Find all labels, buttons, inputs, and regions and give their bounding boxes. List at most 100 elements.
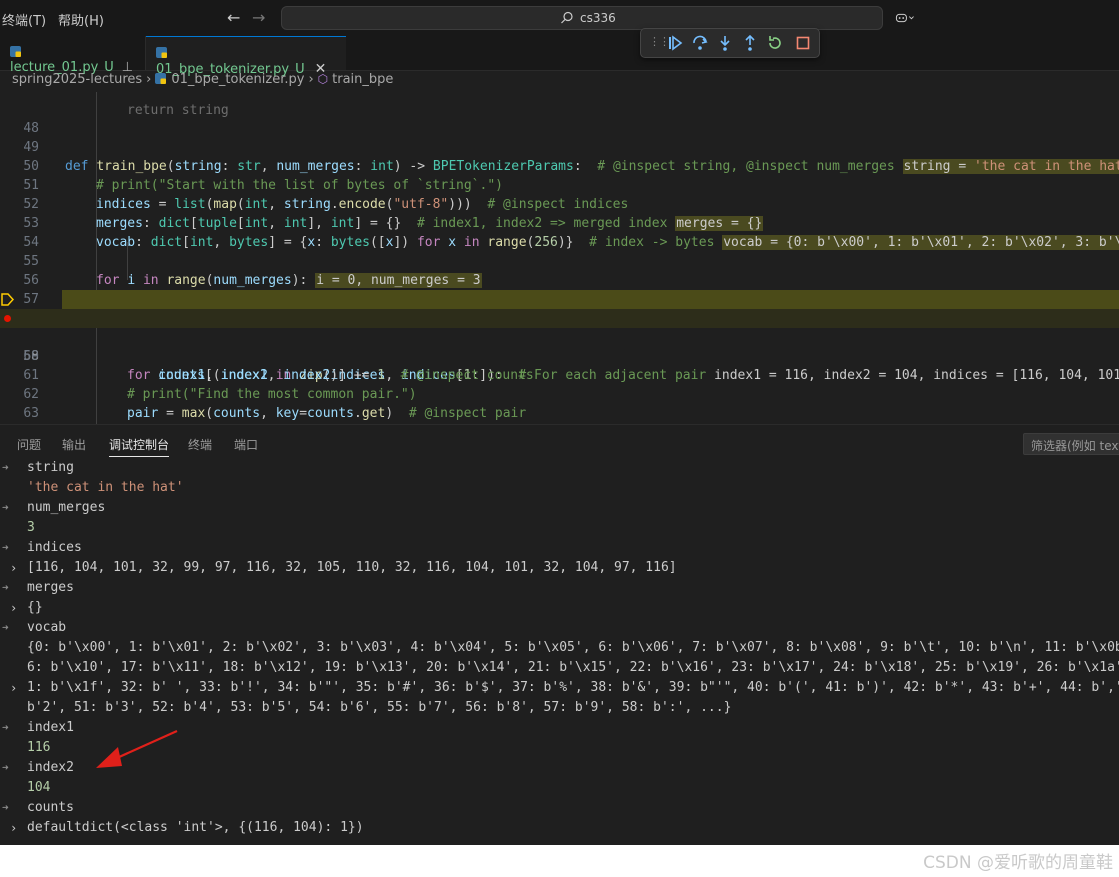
breakpoint-icon[interactable] <box>4 315 11 322</box>
menu-help[interactable]: 帮助(H) <box>58 10 104 29</box>
console-line: 'the cat in the hat' <box>0 478 1119 498</box>
console-text: string <box>27 460 74 475</box>
chevron-right-icon: › <box>308 72 314 87</box>
code-line: 61 # print("Find the most common pair.") <box>0 347 1119 402</box>
console-filter-input[interactable]: 筛选器(例如 text, !excl <box>1023 433 1119 455</box>
console-text: vocab <box>27 620 67 635</box>
console-line[interactable]: › {} <box>0 598 1119 618</box>
console-text: counts <box>27 800 74 815</box>
debug-console-panel: 问题 输出 调试控制台 终端 端口 筛选器(例如 text, !excl ➜ st… <box>0 425 1119 845</box>
input-arrow-icon: ➜ <box>2 761 9 774</box>
stop-icon[interactable] <box>793 33 813 53</box>
step-into-icon[interactable] <box>715 33 735 53</box>
console-line[interactable]: › 1: b'\x1f', 32: b' ', 33: b'!', 34: b'"… <box>0 678 1119 698</box>
breadcrumb-folder[interactable]: spring2025-lectures <box>12 72 142 87</box>
restart-icon[interactable] <box>765 33 785 53</box>
tab-label: 调试控制台 <box>109 438 170 452</box>
chevron-right-icon[interactable]: › <box>10 558 17 578</box>
console-line: ➜ index2 <box>0 758 1119 778</box>
chevron-right-icon[interactable]: › <box>10 678 17 698</box>
tab-problems[interactable]: 问题 <box>17 436 41 453</box>
console-text: 'the cat in the hat' <box>27 480 184 495</box>
tab-debug-console[interactable]: 调试控制台 <box>109 436 170 457</box>
console-line[interactable]: › defaultdict(<class 'int'>, {(116, 104):… <box>0 818 1119 838</box>
step-out-icon[interactable] <box>740 33 760 53</box>
search-text: cs336 <box>580 11 616 25</box>
console-text: num_merges <box>27 500 106 515</box>
console-line[interactable]: 6: b'\x10', 17: b'\x11', 18: b'\x12', 19… <box>0 658 1119 678</box>
code-line: 52 merges: dict[tuple[int, int], int] = … <box>0 176 1119 231</box>
title-bar: 终端(T) 帮助(H) ← → cs336 <box>0 0 1119 36</box>
chevron-right-icon: › <box>146 72 152 87</box>
console-text: merges <box>27 580 74 595</box>
console-line[interactable]: {0: b'\x00', 1: b'\x01', 2: b'\x02', 3: … <box>0 638 1119 658</box>
breadcrumb-file[interactable]: 01_bpe_tokenizer.py <box>171 72 304 87</box>
editor-tabs: lecture_01.py U ⊥ 01_bpe_tokenizer.py U ✕ <box>0 36 1119 77</box>
console-text: {0: b'\x00', 1: b'\x01', 2: b'\x02', 3: … <box>27 640 1119 655</box>
input-arrow-icon: ➜ <box>2 461 9 474</box>
console-text: index1 <box>27 720 74 735</box>
menu-terminal[interactable]: 终端(T) <box>2 10 46 29</box>
code-line: 50 # print("Start with the list of bytes… <box>0 138 1119 193</box>
tab-output[interactable]: 输出 <box>62 436 86 453</box>
footer-bar: CSDN @爱听歌的周童鞋 <box>0 845 1119 877</box>
step-over-icon[interactable] <box>690 33 710 53</box>
console-line: ➜ num_merges <box>0 498 1119 518</box>
console-text: b'2', 51: b'3', 52: b'4', 53: b'5', 54: … <box>27 700 732 715</box>
breadcrumb-symbol[interactable]: train_bpe <box>332 72 393 87</box>
input-arrow-icon: ➜ <box>2 501 9 514</box>
execution-pointer-icon <box>1 293 14 306</box>
code-line: 63 index1, index2 = pair <box>0 385 1119 421</box>
console-line: ➜ index1 <box>0 718 1119 738</box>
input-arrow-icon: ➜ <box>2 801 9 814</box>
search-icon <box>561 11 573 24</box>
console-line: ➜ indices <box>0 538 1119 558</box>
python-file-icon <box>156 47 167 58</box>
console-text: indices <box>27 540 82 555</box>
console-line: ➜ counts <box>0 798 1119 818</box>
console-line[interactable]: b'2', 51: b'3', 52: b'4', 53: b'5', 54: … <box>0 698 1119 718</box>
chevron-right-icon[interactable]: › <box>10 598 17 618</box>
code-line: 53 vocab: dict[int, bytes] = {x: bytes([… <box>0 195 1119 250</box>
console-line: ➜ merges <box>0 578 1119 598</box>
code-editor[interactable]: return string 48 49 def train_bpe(string… <box>0 92 1119 424</box>
tab-lecture-01[interactable]: lecture_01.py U ⊥ <box>0 36 146 75</box>
code-line: 56 # print("Count the number of occurren… <box>0 252 1119 307</box>
python-file-icon <box>10 46 21 57</box>
watermark: CSDN @爱听歌的周童鞋 <box>923 853 1113 873</box>
code-line: 49 def train_bpe(string: str, num_merges… <box>0 119 1119 174</box>
code-line: 64 <box>0 404 1119 423</box>
input-arrow-icon: ➜ <box>2 541 9 554</box>
console-line: ➜ string <box>0 458 1119 478</box>
console-text: 1: b'\x1f', 32: b' ', 33: b'!', 34: b'"'… <box>27 680 1119 695</box>
tab-bpe-tokenizer[interactable]: 01_bpe_tokenizer.py U ✕ <box>146 36 346 77</box>
console-text: 116 <box>27 740 51 755</box>
chevron-right-icon[interactable]: › <box>10 818 17 838</box>
python-file-icon <box>155 73 167 84</box>
debug-toolbar: ⋮⋮ <box>640 28 820 58</box>
console-line: 104 <box>0 778 1119 798</box>
console-line: 116 <box>0 738 1119 758</box>
command-center-search[interactable]: cs336 <box>281 6 883 30</box>
method-icon: ⬡ <box>317 72 329 86</box>
tab-ports[interactable]: 端口 <box>234 436 258 453</box>
console-text: index2 <box>27 760 74 775</box>
copilot-icon[interactable] <box>895 9 915 27</box>
input-arrow-icon: ➜ <box>2 721 9 734</box>
code-line: 51 indices = list(map(int, string.encode… <box>0 157 1119 212</box>
console-text: 6: b'\x10', 17: b'\x11', 18: b'\x12', 19… <box>27 660 1119 675</box>
code-line: 60 <box>0 328 1119 364</box>
continue-icon[interactable] <box>665 33 685 53</box>
code-line: 54 <box>0 214 1119 250</box>
breadcrumb: spring2025-lectures › 01_bpe_tokenizer.py ›… <box>12 72 393 92</box>
console-text: {} <box>27 600 43 615</box>
code-line: 59 counts[(index1, index2)] += 1 # @insp… <box>0 309 1119 383</box>
console-text: defaultdict(<class 'int'>, {(116, 104): … <box>27 820 364 835</box>
console-text: [116, 104, 101, 32, 99, 97, 116, 32, 105… <box>27 560 677 575</box>
code-line: 55 for i in range(num_merges): i = 0, nu… <box>0 233 1119 288</box>
forward-arrow-icon[interactable]: → <box>252 8 265 27</box>
tab-terminal[interactable]: 终端 <box>188 436 212 453</box>
back-arrow-icon[interactable]: ← <box>227 8 240 27</box>
input-arrow-icon: ➜ <box>2 621 9 634</box>
console-line[interactable]: › [116, 104, 101, 32, 99, 97, 116, 32, 10… <box>0 558 1119 578</box>
